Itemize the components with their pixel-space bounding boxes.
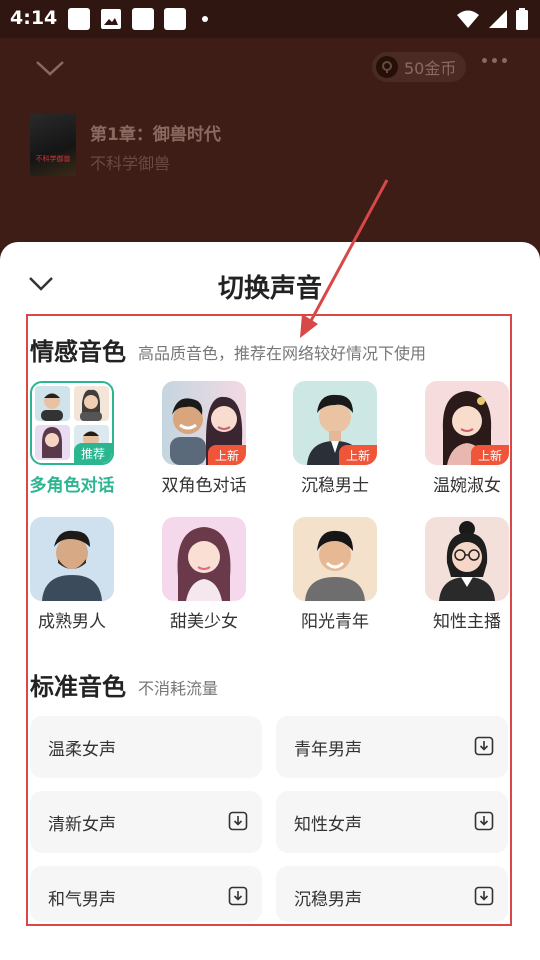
voice-label: 清新女声 xyxy=(48,815,116,835)
voice-option-sweet-girl[interactable]: 甜美少女 xyxy=(154,517,254,632)
avatar xyxy=(162,517,246,601)
standard-voice-option[interactable]: 清新女声 xyxy=(30,791,262,853)
notification-icons xyxy=(68,8,208,30)
recommend-badge: 推荐 xyxy=(73,443,112,463)
voice-label: 多角色对话 xyxy=(29,476,115,496)
standard-voice-option[interactable]: 青年男声 xyxy=(276,716,508,778)
more-options-icon[interactable] xyxy=(482,58,507,63)
download-icon[interactable] xyxy=(474,811,494,831)
notification-icon xyxy=(68,8,90,30)
voice-label: 知性主播 xyxy=(433,612,501,632)
standard-section-subtitle: 不消耗流量 xyxy=(138,679,219,698)
notification-icon xyxy=(132,8,154,30)
voice-label: 甜美少女 xyxy=(170,612,238,632)
voice-option-gentle-lady[interactable]: 上新 温婉淑女 xyxy=(417,381,517,496)
notification-icon xyxy=(164,8,186,30)
book-author: 不科学御兽 xyxy=(90,154,171,173)
chapter-title: 第1章：御兽时代 xyxy=(90,125,221,145)
signal-icon xyxy=(489,10,507,28)
sheet-title: 切换声音 xyxy=(217,274,322,304)
voice-label: 沉稳男声 xyxy=(294,890,362,910)
book-cover: 不科学御兽 xyxy=(30,114,76,176)
voice-label: 温柔女声 xyxy=(48,740,116,760)
cover-title: 不科学御兽 xyxy=(35,155,71,163)
standard-voice-option[interactable]: 和气男声 xyxy=(30,866,262,922)
chevron-down-icon[interactable] xyxy=(34,58,66,78)
voice-option-intellectual-host[interactable]: 知性主播 xyxy=(417,517,517,632)
standard-voice-option[interactable]: 知性女声 xyxy=(276,791,508,853)
wifi-icon xyxy=(457,10,479,28)
voice-option-sunny-youth[interactable]: 阳光青年 xyxy=(285,517,385,632)
avatar xyxy=(30,517,114,601)
voice-label: 双角色对话 xyxy=(161,476,247,496)
avatar: 上新 xyxy=(293,381,377,465)
voice-label: 温婉淑女 xyxy=(433,476,501,496)
download-icon[interactable] xyxy=(474,886,494,906)
status-time: 4:14 xyxy=(10,7,58,29)
emotional-section-title: 情感音色 xyxy=(30,338,126,366)
avatar: 推荐 xyxy=(30,381,114,465)
avatar: 上新 xyxy=(162,381,246,465)
voice-label: 成熟男人 xyxy=(38,612,106,632)
avatar xyxy=(293,517,377,601)
voice-label: 知性女声 xyxy=(294,815,362,835)
battery-icon xyxy=(516,8,528,30)
voice-option-multi-role[interactable]: 推荐 多角色对话 xyxy=(22,381,122,496)
status-bar: 4:14 xyxy=(0,0,540,38)
standard-voice-option[interactable]: 沉稳男声 xyxy=(276,866,508,922)
standard-section-title: 标准音色 xyxy=(30,673,126,701)
avatar: 上新 xyxy=(425,381,509,465)
image-icon xyxy=(101,9,121,29)
download-icon[interactable] xyxy=(474,736,494,756)
new-badge: 上新 xyxy=(470,445,509,465)
voice-label: 和气男声 xyxy=(48,890,116,910)
voice-option-dual-role[interactable]: 上新 双角色对话 xyxy=(154,381,254,496)
voice-label: 沉稳男士 xyxy=(301,476,369,496)
new-badge: 上新 xyxy=(338,445,377,465)
coin-icon xyxy=(376,56,398,78)
download-icon[interactable] xyxy=(228,811,248,831)
voice-label: 青年男声 xyxy=(294,740,362,760)
emotional-section-subtitle: 高品质音色，推荐在网络较好情况下使用 xyxy=(138,344,427,363)
voice-option-steady-man[interactable]: 上新 沉稳男士 xyxy=(285,381,385,496)
standard-voice-option[interactable]: 温柔女声 xyxy=(30,716,262,778)
more-notifications-icon xyxy=(202,16,208,22)
voice-label: 阳光青年 xyxy=(301,612,369,632)
new-badge: 上新 xyxy=(207,445,246,465)
avatar xyxy=(425,517,509,601)
voice-option-mature-man[interactable]: 成熟男人 xyxy=(22,517,122,632)
coins-label: 50金币 xyxy=(404,59,457,78)
download-icon[interactable] xyxy=(228,886,248,906)
coins-badge[interactable]: 50金币 xyxy=(372,52,467,82)
